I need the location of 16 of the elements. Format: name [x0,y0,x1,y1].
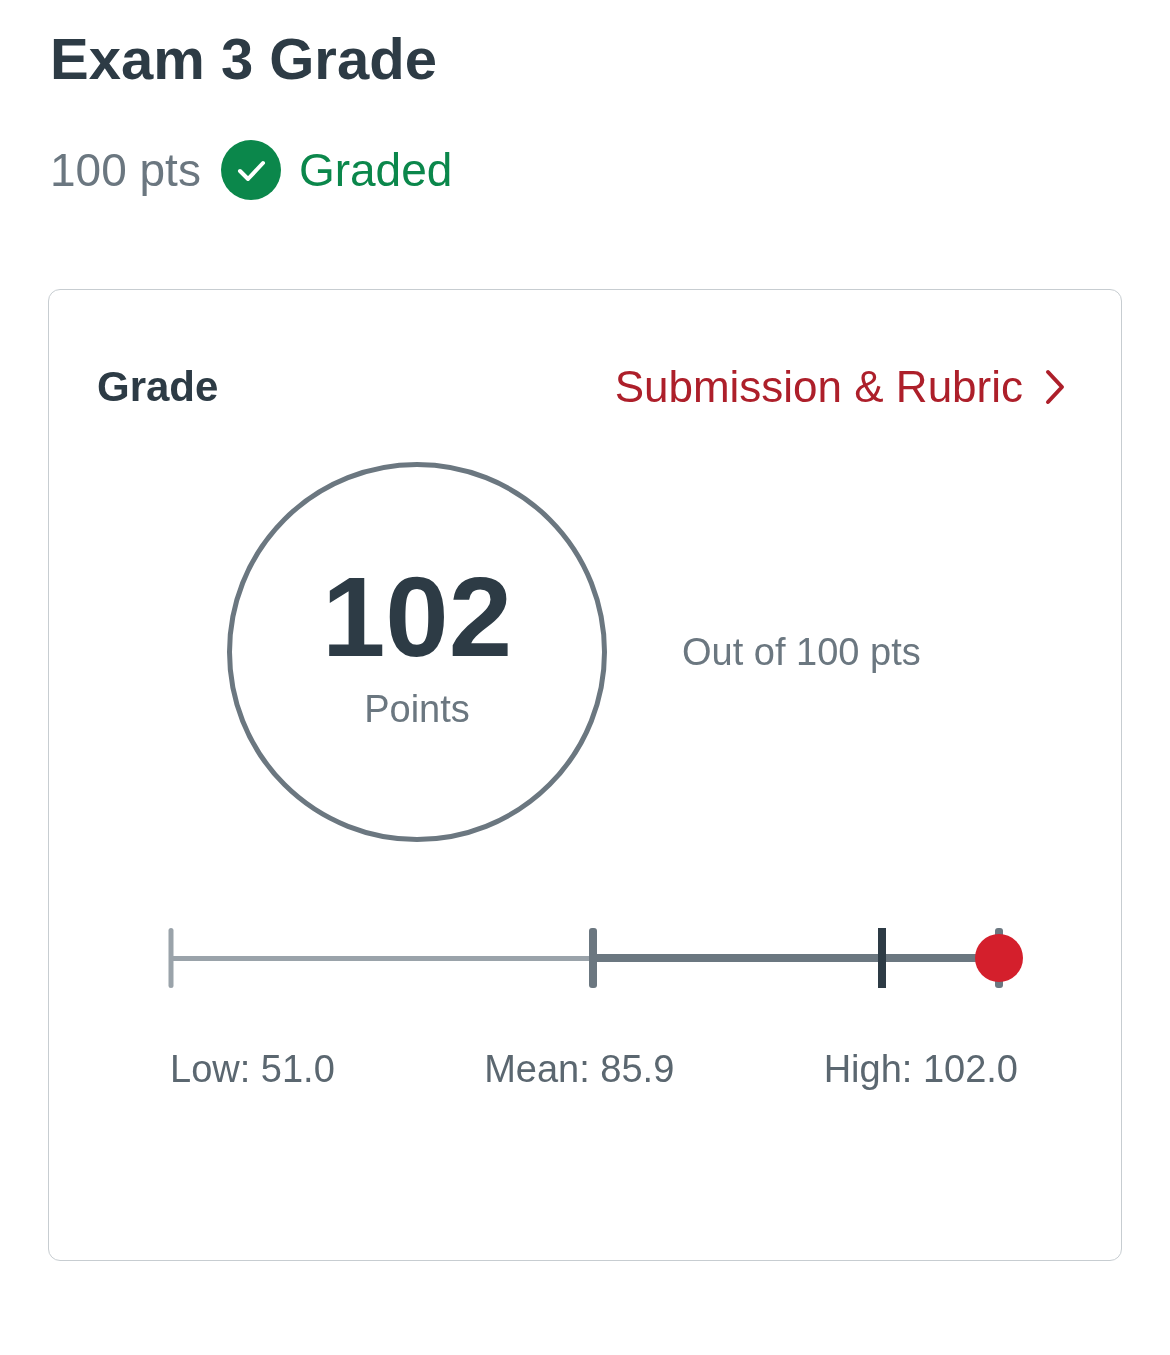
check-icon [220,140,281,200]
chevron-right-icon [1045,368,1065,405]
stat-label: Mean: 85.9 [484,1047,675,1092]
points-possible-text: Out of 100 pts [682,630,921,674]
tick-mark [589,928,597,988]
submission-rubric-link[interactable]: Submission & Rubric [614,361,1065,412]
card-heading: Grade [97,362,219,411]
page-title: Exam 3 Grade [50,25,437,93]
grading-status: Graded [298,143,453,197]
points-possible: 100 pts [50,143,201,197]
score-value: 102 [321,559,513,674]
stat-label: Low: 51.0 [170,1047,335,1092]
stat-label: High: 102.0 [823,1047,1018,1092]
score-unit: Points [364,687,470,731]
tick-mark [878,928,886,988]
tick-mark [168,928,174,988]
